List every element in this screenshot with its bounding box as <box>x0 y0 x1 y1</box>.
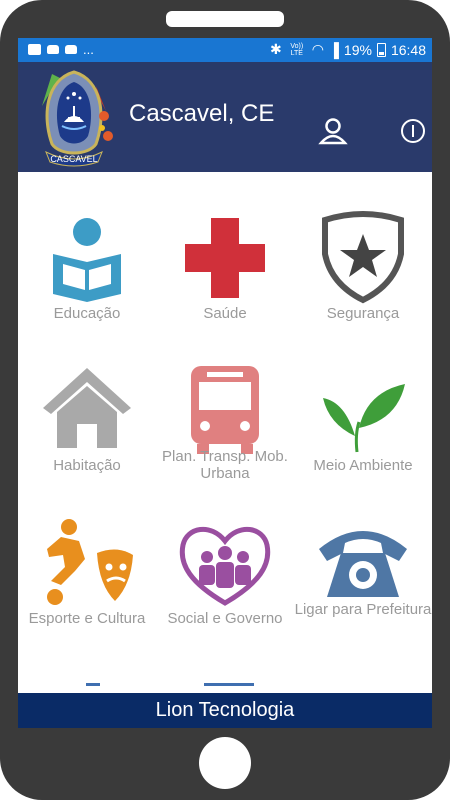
user-profile-button[interactable] <box>318 116 348 146</box>
footer-bar: Lion Tecnologia <box>18 693 432 728</box>
battery-percent: 19% <box>343 41 372 58</box>
phone-speaker <box>166 11 284 27</box>
tile-label: Segurança <box>326 305 400 322</box>
tile-label: Educação <box>53 305 121 322</box>
logo-text: CASCAVEL <box>50 154 97 164</box>
tile-educacao[interactable]: Educação <box>18 172 156 322</box>
tile-label: Saúde <box>203 305 247 322</box>
bus-icon <box>191 366 259 454</box>
tile-social-governo[interactable]: Social e Governo <box>156 477 294 627</box>
car-icon <box>47 45 59 54</box>
service-grid: Educação Saúde Segurança Habitação Plan.… <box>18 172 432 692</box>
city-crest-logo: CASCAVEL <box>42 70 113 167</box>
community-heart-icon <box>179 526 271 606</box>
sports-culture-icon <box>47 519 133 605</box>
tile-label: Social e Governo <box>167 610 283 627</box>
battery-icon <box>376 42 386 57</box>
house-icon <box>43 368 131 448</box>
tile-saude[interactable]: Saúde <box>156 172 294 322</box>
next-row-peek <box>204 683 254 686</box>
tile-ligar-prefeitura[interactable]: Ligar para Prefeitura <box>294 477 432 627</box>
tile-label: Meio Ambiente <box>313 457 413 474</box>
footer-credit: Lion Tecnologia <box>155 699 295 721</box>
volte-indicator: Vo)) LTE <box>290 42 304 57</box>
info-button[interactable] <box>398 116 428 146</box>
tile-esporte-cultura[interactable]: Esporte e Cultura <box>18 477 156 627</box>
bluetooth-icon: ✱ <box>270 41 282 57</box>
signal-icon: ▐ <box>329 41 339 58</box>
clock: 16:48 <box>390 41 426 58</box>
gallery-icon <box>28 44 41 55</box>
police-badge-icon <box>322 211 404 304</box>
app-title: Cascavel, CE <box>129 100 275 127</box>
next-row-peek <box>86 683 100 686</box>
car-icon <box>65 45 77 54</box>
app-screen: ... ✱ Vo)) LTE ◠ ▐ 19% 16:48 CASCAVEL Ca… <box>18 38 432 728</box>
tile-meio-ambiente[interactable]: Meio Ambiente <box>294 324 432 474</box>
telephone-icon <box>319 531 407 597</box>
tile-label: Habitação <box>53 457 121 474</box>
reading-person-icon <box>53 218 121 302</box>
status-dots: ... <box>83 42 94 57</box>
status-bar: ... ✱ Vo)) LTE ◠ ▐ 19% 16:48 <box>18 38 432 62</box>
home-button[interactable] <box>199 737 251 789</box>
tile-habitacao[interactable]: Habitação <box>18 324 156 474</box>
phone-frame: ... ✱ Vo)) LTE ◠ ▐ 19% 16:48 CASCAVEL Ca… <box>0 0 450 800</box>
wifi-icon: ◠ <box>311 41 324 57</box>
tile-label: Esporte e Cultura <box>28 610 146 627</box>
red-cross-icon <box>185 218 265 298</box>
tile-label: Ligar para Prefeitura <box>294 601 432 618</box>
leaves-icon <box>323 384 405 453</box>
tile-transporte[interactable]: Plan. Transp. Mob. Urbana <box>156 324 294 482</box>
tile-seguranca[interactable]: Segurança <box>294 172 432 322</box>
